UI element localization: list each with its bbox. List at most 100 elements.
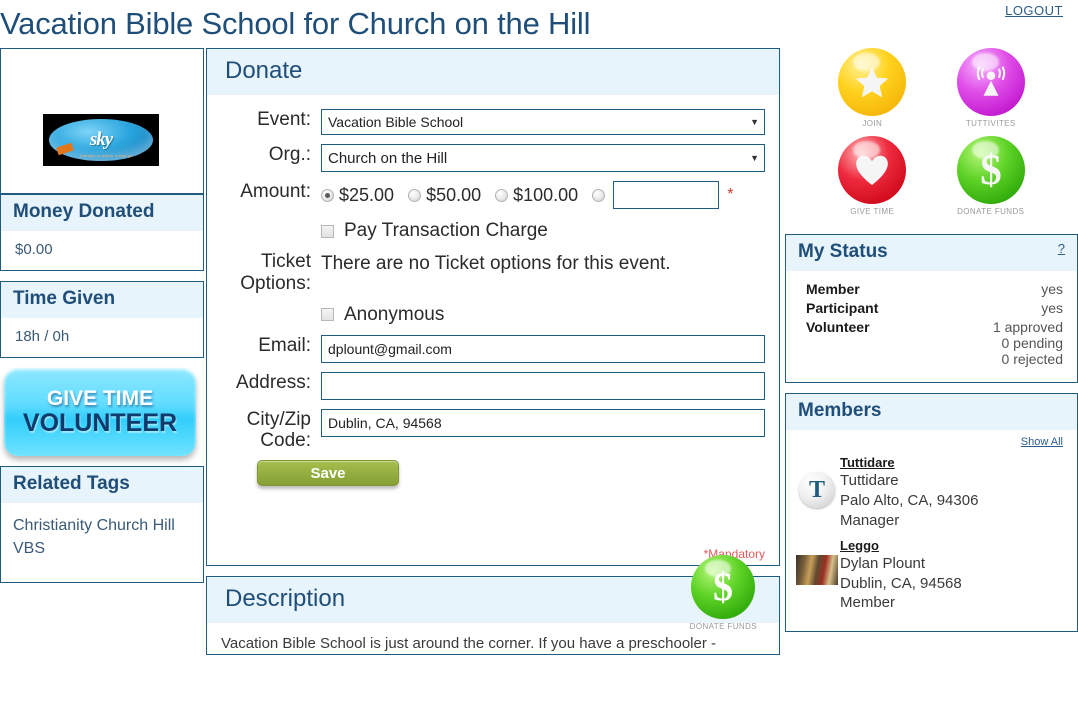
my-status-panel: ? My Status Member yes Participant yes V… — [785, 234, 1078, 383]
avatar-letter: T — [799, 472, 835, 508]
anonymous-row: Anonymous — [221, 304, 765, 326]
amount-option-label-50: $50.00 — [426, 184, 482, 205]
anonymous-checkbox[interactable] — [321, 308, 334, 322]
member-details: Tuttidare Tuttidare Palo Alto, CA, 94306… — [838, 454, 1063, 531]
amount-radio-100[interactable] — [495, 188, 509, 202]
my-status-header: ? My Status — [786, 235, 1077, 271]
quick-action-tuttivites[interactable]: TUTTIVITES — [932, 48, 1051, 128]
avatar: T — [796, 454, 838, 508]
left-sidebar: sky freedom is where u may go Money Dona… — [0, 48, 204, 593]
sky-logo-subtext: freedom is where u may go — [80, 154, 133, 158]
pay-charge-checkbox[interactable] — [321, 224, 334, 238]
sky-logo-text: sky — [89, 129, 113, 150]
member-handle[interactable]: Tuttidare — [840, 454, 1063, 471]
status-key-participant: Participant — [806, 300, 879, 316]
related-tags-panel: Related Tags Christianity Church Hill VB… — [0, 466, 204, 584]
main-content: Donate *Mandatory Event: Vacation Bible … — [206, 48, 780, 665]
amount-option-label-100: $100.00 — [513, 184, 579, 205]
member-handle[interactable]: Leggo — [840, 537, 1063, 554]
amount-radio-custom[interactable] — [592, 188, 606, 202]
plane-icon — [56, 142, 74, 156]
amount-label: Amount: — [240, 181, 311, 202]
quick-action-give-time[interactable]: GIVE TIME — [813, 136, 932, 216]
member-role: Manager — [840, 511, 900, 529]
members-title: Members — [786, 394, 1077, 430]
status-value-participant: yes — [1041, 300, 1063, 316]
dollar-icon: $ — [956, 136, 1025, 204]
sky-logo-image: sky freedom is where u may go — [43, 114, 159, 166]
save-button[interactable]: Save — [257, 460, 399, 487]
member-location: Palo Alto, CA, 94306 — [840, 491, 979, 509]
avatar-photo — [796, 554, 838, 585]
org-select-value: Church on the Hill — [328, 149, 448, 167]
quick-action-join[interactable]: JOIN — [813, 48, 932, 128]
time-given-panel: Time Given 18h / 0h — [0, 281, 204, 358]
email-row: Email: — [221, 334, 765, 363]
time-given-title: Time Given — [1, 282, 203, 318]
status-row: Participant yes — [806, 300, 1063, 316]
donate-funds-caption: DONATE FUNDS — [957, 207, 1025, 216]
member-location: Dublin, CA, 94568 — [840, 574, 962, 592]
dollar-icon: $ — [691, 555, 756, 619]
pay-charge-row: Pay Transaction Charge — [221, 218, 765, 242]
quick-action-donate-funds[interactable]: $ DONATE FUNDS — [932, 136, 1051, 216]
donate-panel: Donate *Mandatory Event: Vacation Bible … — [206, 48, 780, 631]
org-select[interactable]: Church on the Hill ▼ — [321, 144, 765, 172]
show-all-link[interactable]: Show All — [796, 436, 1063, 448]
app-page: Vacation Bible School for Church on the … — [0, 0, 1078, 714]
svg-text:$: $ — [980, 147, 1002, 193]
status-key-member: Member — [806, 281, 860, 297]
tuttivites-caption: TUTTIVITES — [965, 119, 1016, 128]
members-panel: Members Show All T Tuttidare Tuttidare P… — [785, 393, 1078, 633]
donate-funds-shortcut[interactable]: $ DONATE FUNDS — [690, 555, 757, 631]
donate-form: *Mandatory Event: Vacation Bible School … — [207, 95, 779, 631]
address-row: Address: — [221, 371, 765, 400]
status-row: Member yes — [806, 281, 1063, 297]
pay-charge-label: Pay Transaction Charge — [344, 220, 548, 241]
money-donated-value: $0.00 — [15, 241, 53, 258]
event-select-value: Vacation Bible School — [328, 114, 464, 130]
org-logo-box: sky freedom is where u may go — [0, 48, 204, 194]
money-donated-title: Money Donated — [1, 195, 203, 231]
event-label: Event: — [257, 109, 311, 130]
status-key-volunteer: Volunteer — [806, 319, 870, 335]
amount-radio-50[interactable] — [408, 188, 422, 202]
anonymous-label: Anonymous — [344, 303, 445, 325]
email-input[interactable] — [321, 334, 765, 363]
amount-row: Amount: $25.00 $50.00 $100.00 * — [221, 181, 765, 209]
required-asterisk: * — [727, 186, 734, 203]
page-title: Vacation Bible School for Church on the … — [0, 6, 591, 41]
quick-action-icons: JOIN TUTTIVITES GIVE TIME $ DONATE FUNDS — [785, 40, 1078, 234]
time-given-value: 18h / 0h — [15, 328, 70, 345]
amount-custom-input[interactable] — [613, 181, 720, 209]
chevron-down-icon: ▼ — [750, 153, 759, 163]
list-item[interactable]: Leggo Dylan Plount Dublin, CA, 94568 Mem… — [796, 537, 1063, 614]
my-status-title: My Status — [798, 241, 888, 262]
heart-icon — [838, 136, 907, 204]
member-role: Member — [840, 594, 896, 612]
status-value-volunteer: 1 approved 0 pending 0 rejected — [992, 319, 1063, 367]
email-label: Email: — [258, 334, 311, 356]
star-icon — [838, 48, 907, 116]
right-sidebar: JOIN TUTTIVITES GIVE TIME $ DONATE FUNDS… — [785, 40, 1078, 642]
member-name: Dylan Plount — [840, 554, 926, 572]
avatar — [796, 537, 838, 585]
related-tags-value[interactable]: Christianity Church Hill VBS — [13, 515, 191, 560]
amount-radio-25[interactable] — [321, 188, 334, 202]
join-caption: JOIN — [862, 119, 883, 128]
city-zip-input[interactable] — [321, 408, 765, 437]
member-details: Leggo Dylan Plount Dublin, CA, 94568 Mem… — [838, 537, 1063, 614]
org-label: Org.: — [268, 144, 311, 165]
address-input[interactable] — [321, 371, 765, 400]
help-icon[interactable]: ? — [1058, 241, 1065, 256]
money-donated-panel: Money Donated $0.00 — [0, 194, 204, 271]
org-row: Org.: Church on the Hill ▼ — [221, 144, 765, 172]
list-item[interactable]: T Tuttidare Tuttidare Palo Alto, CA, 943… — [796, 454, 1063, 531]
event-select[interactable]: Vacation Bible School ▼ — [321, 109, 765, 135]
amount-option-label-25: $25.00 — [339, 184, 395, 205]
give-time-volunteer-button[interactable]: GIVE TIME VOLUNTEER — [4, 368, 196, 456]
logout-link[interactable]: LOGOUT — [1005, 3, 1063, 18]
address-label: Address: — [236, 371, 311, 393]
volunteer-button-line1: GIVE TIME — [46, 386, 154, 410]
city-zip-row: City/Zip Code: — [221, 408, 765, 452]
